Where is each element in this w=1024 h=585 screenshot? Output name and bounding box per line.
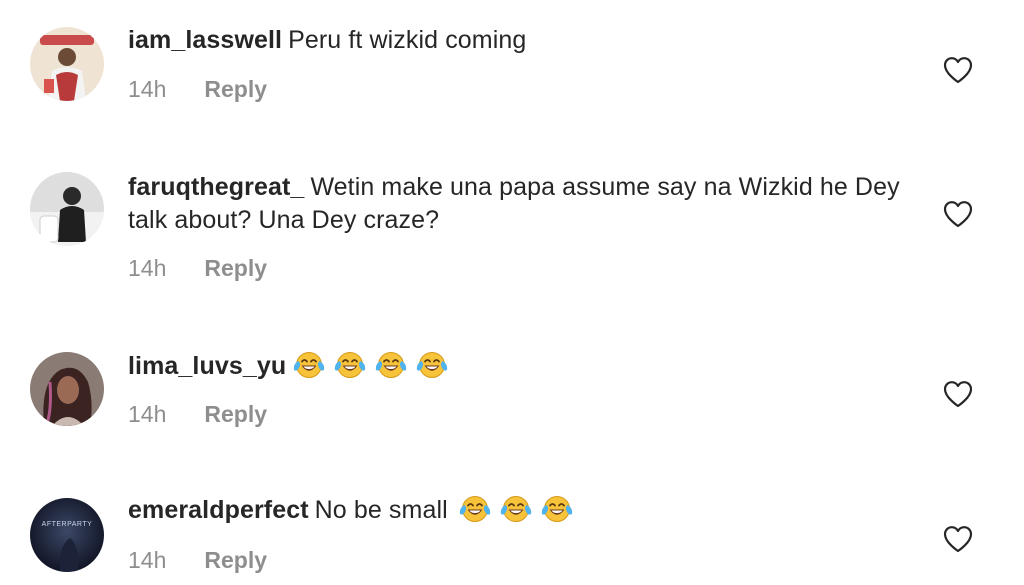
tears-of-joy-emoji-icon (415, 350, 449, 380)
tears-of-joy-emoji-icon (540, 494, 574, 524)
emoji-row (458, 496, 581, 524)
tears-of-joy-emoji-icon (374, 350, 408, 380)
reply-button[interactable]: Reply (204, 255, 267, 281)
comment-item: iam_lasswell Peru ft wizkid coming 14h Rep… (0, 0, 1024, 130)
comment-text: Peru ft wizkid coming (288, 26, 527, 54)
heart-outline-icon[interactable] (943, 380, 973, 408)
heart-outline-icon[interactable] (943, 525, 973, 553)
comment-username[interactable]: faruqthegreat_ (128, 173, 304, 201)
comment-timestamp: 14h (128, 401, 167, 427)
avatar[interactable] (30, 27, 104, 101)
comment-item: AFTERPARTY emeraldperfect No be small 14h… (0, 460, 1024, 585)
reply-button[interactable]: Reply (204, 547, 267, 573)
comment-timestamp: 14h (128, 255, 167, 281)
tears-of-joy-emoji-icon (333, 350, 367, 380)
avatar-image (30, 27, 104, 101)
comment-username[interactable]: iam_lasswell (128, 26, 282, 54)
comment-item: lima_luvs_yu 14h Reply (0, 310, 1024, 460)
reply-button[interactable]: Reply (204, 76, 267, 102)
reply-button[interactable]: Reply (204, 401, 267, 427)
comment-timestamp: 14h (128, 547, 167, 573)
comment-timestamp: 14h (128, 76, 167, 102)
avatar[interactable] (30, 172, 104, 246)
avatar-image (30, 352, 104, 426)
avatar-image (30, 172, 104, 246)
comment-username[interactable]: lima_luvs_yu (128, 352, 286, 380)
comment-text: No be small (314, 496, 448, 524)
tears-of-joy-emoji-icon (458, 494, 492, 524)
tears-of-joy-emoji-icon (499, 494, 533, 524)
emoji-row (292, 352, 456, 380)
comment-item: faruqthegreat_ Wetin make una papa assume… (0, 130, 1024, 310)
avatar-image: AFTERPARTY (30, 498, 104, 572)
comment-username[interactable]: emeraldperfect (128, 496, 309, 524)
avatar-overlay-text: AFTERPARTY (42, 521, 93, 528)
avatar[interactable]: AFTERPARTY (30, 498, 104, 572)
heart-outline-icon[interactable] (943, 200, 973, 228)
avatar[interactable] (30, 352, 104, 426)
heart-outline-icon[interactable] (943, 56, 973, 84)
tears-of-joy-emoji-icon (292, 350, 326, 380)
